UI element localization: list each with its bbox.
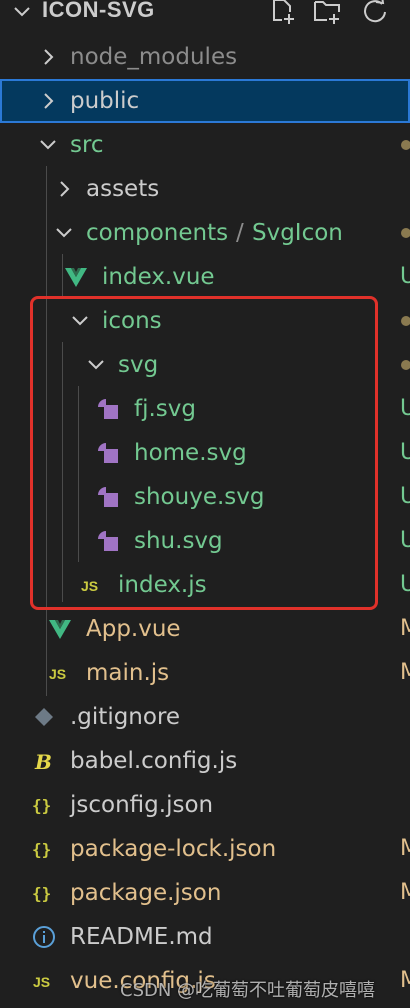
- tree-file-item[interactable]: JS main.js M: [0, 651, 410, 695]
- git-status-badge: M: [400, 836, 410, 861]
- tree-folder-item[interactable]: node_modules: [0, 35, 410, 79]
- tree-file-item[interactable]: {} package-lock.json M: [0, 827, 410, 871]
- git-status-badge: U: [400, 264, 410, 289]
- chevron-right-icon[interactable]: [38, 91, 58, 111]
- json-file-icon: {}: [32, 837, 56, 861]
- tree-file-item[interactable]: Bbabel.config.js: [0, 739, 410, 783]
- tree-item-label: .gitignore: [70, 704, 181, 730]
- tree-file-item[interactable]: README.md: [0, 915, 410, 959]
- git-change-dot: [401, 140, 410, 150]
- js-file-icon: JS: [48, 661, 72, 685]
- tree-file-item[interactable]: .gitignore: [0, 695, 410, 739]
- babel-file-icon: B: [32, 749, 56, 774]
- chevron-right-icon[interactable]: [38, 47, 58, 67]
- info-file-icon: [32, 925, 56, 949]
- tree-file-item[interactable]: {} package.json M: [0, 871, 410, 915]
- svg-text:B: B: [34, 750, 52, 773]
- git-status-badge: U: [400, 440, 410, 465]
- svg-text:{}: {}: [32, 884, 51, 903]
- vue-file-icon: [48, 617, 72, 641]
- tree-item-label: jsconfig.json: [70, 792, 214, 818]
- tree-item-label: package.json: [70, 880, 222, 906]
- svg-text:JS: JS: [49, 666, 66, 682]
- new-folder-icon[interactable]: [312, 0, 342, 26]
- git-status-badge: M: [400, 968, 410, 993]
- git-change-dot: [401, 228, 410, 238]
- tree-item-label: README.md: [70, 924, 213, 950]
- tree-item-label: src: [70, 132, 104, 158]
- annotation-highlight-box: [30, 296, 378, 610]
- explorer-title: ICON-SVG: [42, 0, 155, 22]
- git-status-badge: M: [400, 660, 410, 685]
- svg-text:{}: {}: [32, 840, 51, 859]
- new-file-icon[interactable]: [268, 0, 298, 26]
- git-status-badge: U: [400, 396, 410, 421]
- tree-file-item[interactable]: App.vue M: [0, 607, 410, 651]
- git-change-dot: [401, 360, 410, 370]
- git-status-badge: U: [400, 572, 410, 597]
- refresh-icon[interactable]: [360, 0, 390, 26]
- tree-item-label: node_modules: [70, 44, 238, 70]
- tree-folder-item[interactable]: public: [0, 79, 410, 123]
- chevron-right-icon[interactable]: [54, 179, 74, 199]
- watermark-text: CSDN @吃葡萄不吐葡萄皮嘻嘻: [120, 980, 376, 1001]
- chevron-down-icon[interactable]: [12, 2, 32, 22]
- tree-folder-item[interactable]: assets: [0, 167, 410, 211]
- tree-folder-item[interactable]: components / SvgIcon: [0, 211, 410, 255]
- tree-item-label-suffix[interactable]: SvgIcon: [252, 218, 343, 248]
- git-status-badge: M: [400, 880, 410, 905]
- git-status-badge: U: [400, 484, 410, 509]
- chevron-down-icon[interactable]: [54, 223, 74, 243]
- tree-item-label: public: [70, 88, 140, 114]
- svg-text:JS: JS: [33, 974, 50, 990]
- tree-folder-item[interactable]: src: [0, 123, 410, 167]
- tree-file-item[interactable]: index.vue U: [0, 255, 410, 299]
- js-file-icon: JS: [32, 969, 56, 993]
- explorer-header: ICON-SVG: [0, 0, 410, 28]
- git-file-icon: [32, 705, 56, 729]
- vue-file-icon: [64, 265, 88, 289]
- tree-item-label: babel.config.js: [70, 748, 238, 774]
- git-status-badge: U: [400, 528, 410, 553]
- git-status-badge: M: [400, 616, 410, 641]
- compact-folder-separator: /: [236, 220, 244, 246]
- tree-item-label: assets: [86, 176, 160, 202]
- svg-text:{}: {}: [32, 796, 51, 815]
- file-explorer: ICON-SVG node_modulespublic src assets comp…: [0, 0, 410, 1008]
- json-file-icon: {}: [32, 881, 56, 905]
- chevron-down-icon[interactable]: [38, 135, 58, 155]
- tree-item-label: App.vue: [86, 616, 181, 642]
- tree-item-label: components: [86, 220, 229, 246]
- tree-file-item[interactable]: {} jsconfig.json: [0, 783, 410, 827]
- tree-item-label: main.js: [86, 660, 170, 686]
- tree-item-label: package-lock.json: [70, 836, 277, 862]
- tree-item-label: index.vue: [102, 264, 215, 290]
- json-file-icon: {}: [32, 793, 56, 817]
- git-change-dot: [401, 316, 410, 326]
